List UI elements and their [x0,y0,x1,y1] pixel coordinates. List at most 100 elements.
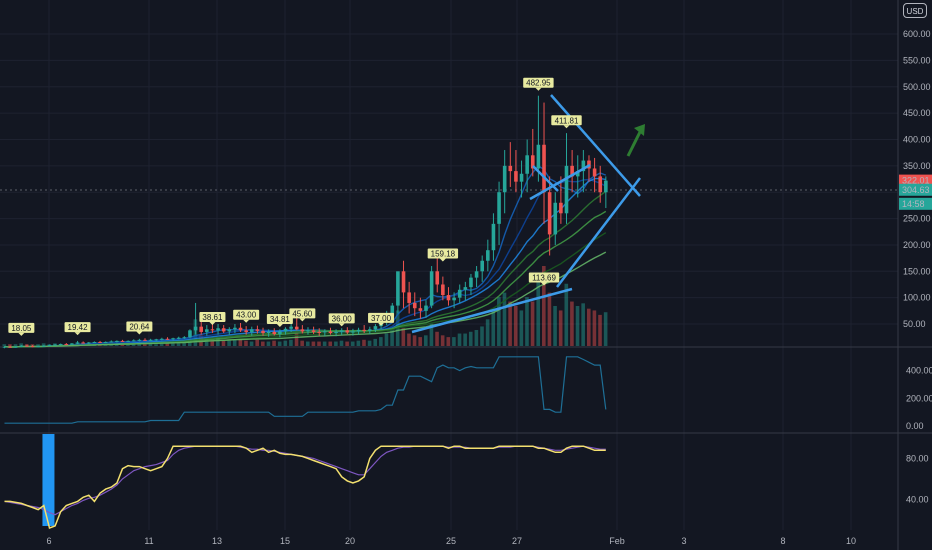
price-tag-label: 43.00 [236,311,257,320]
candle-body [401,271,406,293]
volume-bar [176,343,181,346]
volume-bar [446,337,451,346]
candle-body [294,326,299,330]
time-axis-tick: 8 [780,536,785,546]
volume-bar [2,344,7,346]
volume-bar [581,303,585,346]
candle-body [8,346,12,348]
volume-bar [474,330,479,346]
volume-bar [424,335,428,346]
candle-body [373,326,378,330]
candle-body [463,287,468,290]
volume-bar [373,338,378,346]
candle-body [30,346,35,348]
up-arrow-icon[interactable] [626,124,645,157]
volume-bar [249,341,254,346]
candle-body [98,341,102,343]
price-tag-label: 18.05 [11,324,32,333]
volume-bar [570,301,574,346]
time-axis-tick: 13 [212,536,222,546]
time-axis-tick: 20 [345,536,355,546]
price-tag-pointer [276,324,283,328]
volume-bar [598,314,602,346]
volume-bar [401,328,406,346]
trendline-cross-1[interactable] [529,163,591,201]
price-tag-label: 113.69 [532,273,556,282]
price-tag-pointer [74,332,81,336]
price-label-text: 14:58 [902,199,925,209]
candle-body [514,171,518,182]
candle-body [221,328,226,332]
candle-body [441,284,445,296]
volume-bar [491,310,496,346]
stoch-axis-tick: 40.00 [906,494,929,504]
volume-bar [586,308,591,346]
chart-canvas[interactable]: 18.05 19.42 20.64 38.61 43.00 34.8145.60 36.00… [0,0,932,550]
candle-body [47,345,52,347]
candle-body [244,330,248,332]
candle-body [547,192,552,235]
currency-button[interactable]: USD [903,3,927,18]
candle-body [502,165,507,193]
candle-body [418,308,423,311]
candle-body [334,331,338,333]
candle-body [536,144,541,169]
trendline-lower[interactable] [556,177,641,288]
candle-body [53,344,57,346]
volume-bar [232,339,237,346]
candle-body [165,338,170,340]
price-tag-pointer [243,319,250,323]
volume-bar [379,337,383,346]
volume-bar [255,339,259,346]
volume-bar [575,306,580,346]
candle-body [227,329,232,332]
volume-bar [519,310,524,346]
time-axis-tick: 25 [446,536,456,546]
candle-body [412,302,417,309]
candle-body [176,337,181,339]
volume-bar [272,340,276,346]
volume-bar [345,341,349,346]
candle-body [261,330,265,333]
candle-body [429,271,434,306]
candle-body [131,340,136,342]
volume-bar [412,335,417,346]
sub-axis-tick: 0.00 [906,421,924,431]
volume-bar [244,340,248,346]
volume-bar [485,319,490,346]
candle-body [457,289,462,298]
volume-bar [558,310,563,346]
price-axis-tick: 250.00 [903,214,931,224]
price-axis-tick: 400.00 [903,134,931,144]
time-axis-tick: 15 [280,536,290,546]
candle-body [126,340,130,342]
volume-bar [367,340,372,346]
candle-body [210,329,215,331]
volume-bar [171,343,175,346]
volume-bar [553,306,557,346]
time-axis-tick: 3 [681,536,686,546]
candle-body [486,250,490,261]
volume-bar [603,312,608,346]
price-axis-tick: 450.00 [903,108,931,118]
candle-body [87,342,91,344]
candle-body [205,329,209,332]
candle-body [323,331,327,333]
candle-body [604,180,608,193]
sub-axis-tick: 200.00 [906,393,932,403]
stoch-axis-tick: 80.00 [906,453,929,463]
price-tag-pointer [535,87,542,91]
volume-bar [384,333,389,346]
price-tag-label: 45.60 [292,309,313,318]
candle-body [25,345,29,347]
time-axis-tick: 11 [144,536,153,546]
candle-body [171,338,175,340]
price-axis-tick: 550.00 [903,55,931,65]
volume-bar [508,301,512,346]
sub-axis-tick: 400.00 [906,366,932,376]
candle-body [283,328,288,332]
candle-body [525,155,529,174]
candle-body [92,341,97,343]
candle-body [13,346,18,348]
candle-body [278,331,282,335]
